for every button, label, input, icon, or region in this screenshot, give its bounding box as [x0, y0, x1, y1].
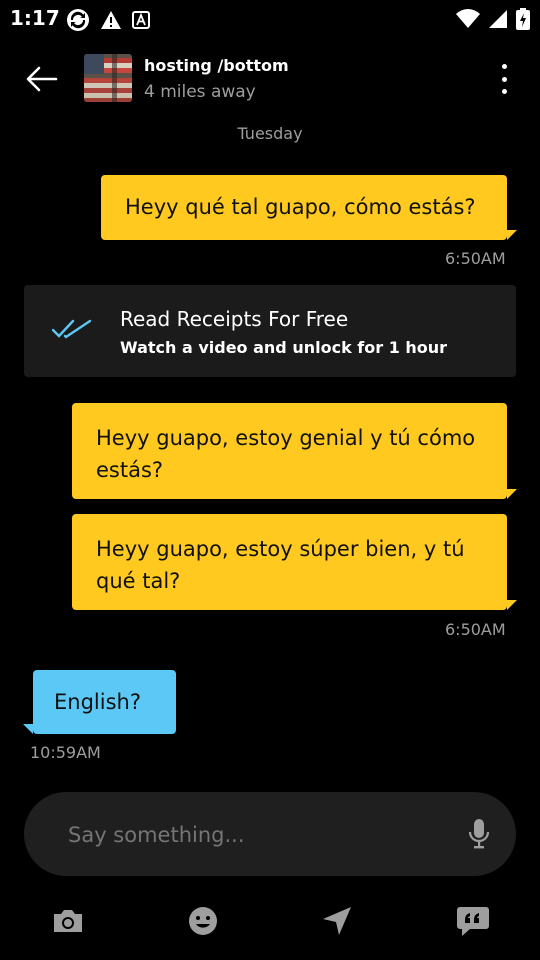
- bubble-tail: [23, 724, 33, 734]
- bubble-tail: [507, 230, 517, 240]
- banner-subtitle: Watch a video and unlock for 1 hour: [120, 338, 448, 357]
- banner-title: Read Receipts For Free: [120, 307, 349, 331]
- message-bubble-outgoing[interactable]: Heyy qué tal guapo, cómo estás?: [101, 175, 507, 240]
- cell-signal-icon: [488, 9, 508, 33]
- bubble-tail: [507, 489, 517, 499]
- contact-name[interactable]: hosting /bottom: [144, 56, 289, 75]
- status-notification-icons: [66, 8, 150, 36]
- text-app-icon: [132, 11, 150, 33]
- composer-toolbar: [0, 895, 540, 945]
- chat-header: hosting /bottom 4 miles away: [0, 40, 540, 116]
- message-text: Heyy guapo, estoy genial y tú cómo estás…: [96, 426, 476, 482]
- contact-distance: 4 miles away: [144, 82, 256, 102]
- status-system-icons: [456, 8, 530, 34]
- message-bubble-outgoing[interactable]: Heyy guapo, estoy genial y tú cómo estás…: [72, 403, 507, 499]
- message-timestamp: 10:59AM: [30, 743, 101, 762]
- saved-phrases-button[interactable]: [455, 903, 491, 939]
- saved-phrases-icon: [457, 907, 489, 936]
- double-check-icon: [51, 317, 92, 345]
- battery-icon: [516, 8, 530, 34]
- message-text: Heyy guapo, estoy súper bien, y tú qué t…: [96, 537, 465, 593]
- message-input[interactable]: [66, 792, 450, 878]
- send-location-button[interactable]: [319, 903, 355, 939]
- wifi-icon: [456, 9, 480, 33]
- avatar[interactable]: [84, 54, 132, 102]
- message-bubble-incoming[interactable]: English?: [33, 670, 176, 734]
- read-receipts-banner[interactable]: Read Receipts For Free Watch a video and…: [24, 285, 516, 377]
- emoji-icon: [189, 907, 217, 935]
- message-text: Heyy qué tal guapo, cómo estás?: [125, 195, 476, 219]
- message-timestamp: 6:50AM: [445, 249, 506, 268]
- warning-icon: [100, 10, 122, 34]
- sync-app-icon: [66, 8, 90, 36]
- message-timestamp: 6:50AM: [445, 620, 506, 639]
- location-send-icon: [323, 907, 351, 935]
- more-options-button[interactable]: [494, 62, 514, 96]
- back-button[interactable]: [24, 62, 60, 96]
- emoji-button[interactable]: [185, 903, 221, 939]
- arrow-left-icon: [26, 66, 58, 92]
- message-bubble-outgoing[interactable]: Heyy guapo, estoy súper bien, y tú qué t…: [72, 514, 507, 610]
- day-separator: Tuesday: [237, 124, 303, 143]
- message-composer: [24, 792, 516, 878]
- status-time: 1:17: [10, 6, 60, 30]
- message-text: English?: [54, 690, 141, 714]
- camera-button[interactable]: [50, 903, 86, 939]
- bubble-tail: [507, 600, 517, 610]
- more-vertical-icon: [501, 64, 507, 69]
- camera-icon: [54, 910, 82, 932]
- microphone-icon[interactable]: [468, 818, 490, 850]
- status-bar: 1:17: [0, 0, 540, 36]
